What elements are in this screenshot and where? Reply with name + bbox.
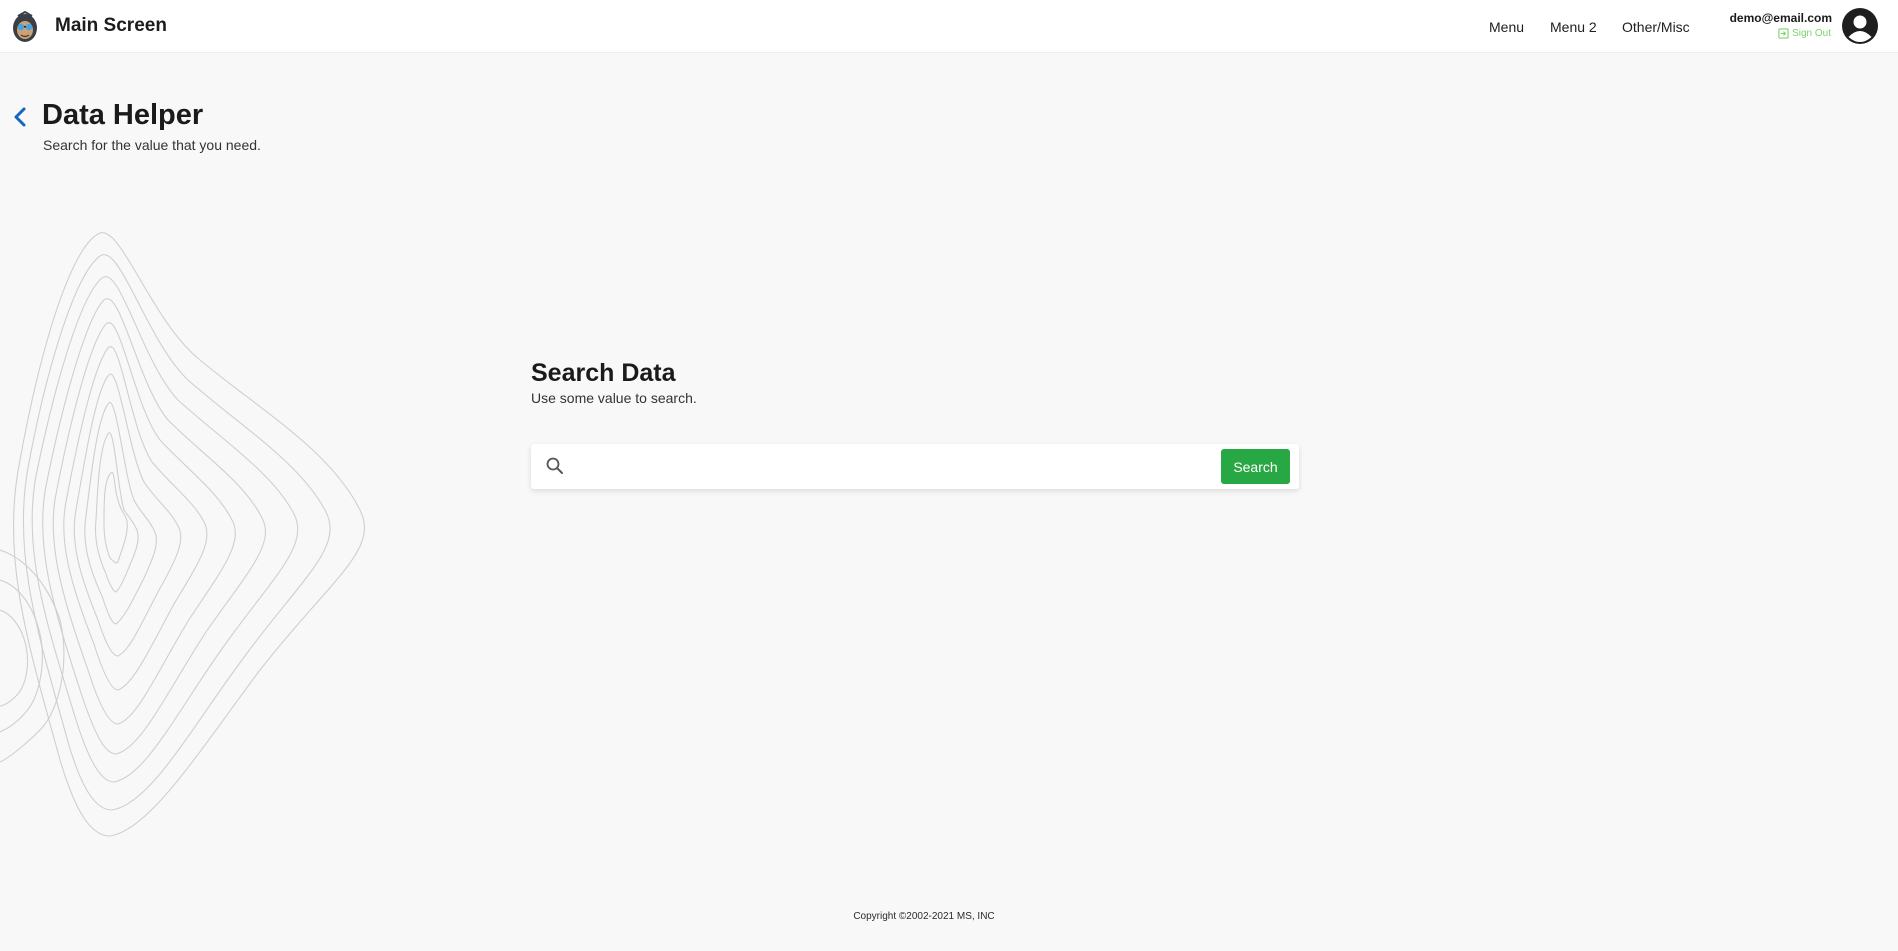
- sign-out-label: Sign Out: [1792, 28, 1831, 39]
- sign-out-icon: [1778, 28, 1789, 39]
- search-input[interactable]: [577, 452, 1237, 481]
- monkey-mascot-icon[interactable]: [11, 10, 39, 44]
- sign-out-link[interactable]: Sign Out: [1778, 28, 1831, 39]
- user-avatar-icon[interactable]: [1842, 8, 1878, 44]
- contour-decoration: [0, 232, 365, 837]
- search-bar: Search: [531, 444, 1299, 489]
- nav-menu-2[interactable]: Menu 2: [1550, 19, 1597, 35]
- nav-other-misc[interactable]: Other/Misc: [1622, 19, 1690, 35]
- search-button[interactable]: Search: [1221, 449, 1290, 484]
- page-subtitle: Search for the value that you need.: [43, 137, 261, 153]
- search-icon: [546, 457, 563, 474]
- nav-menu[interactable]: Menu: [1489, 19, 1524, 35]
- search-section-subtitle: Use some value to search.: [531, 390, 697, 406]
- chevron-left-icon[interactable]: [12, 106, 28, 128]
- app-title: Main Screen: [55, 15, 167, 36]
- page-title: Data Helper: [42, 99, 204, 131]
- top-navigation-bar: Main Screen Menu Menu 2 Other/Misc demo@…: [0, 0, 1898, 53]
- footer-copyright: Copyright ©2002-2021 MS, INC: [853, 911, 995, 922]
- search-section-title: Search Data: [531, 359, 676, 387]
- user-email: demo@email.com: [1729, 11, 1832, 25]
